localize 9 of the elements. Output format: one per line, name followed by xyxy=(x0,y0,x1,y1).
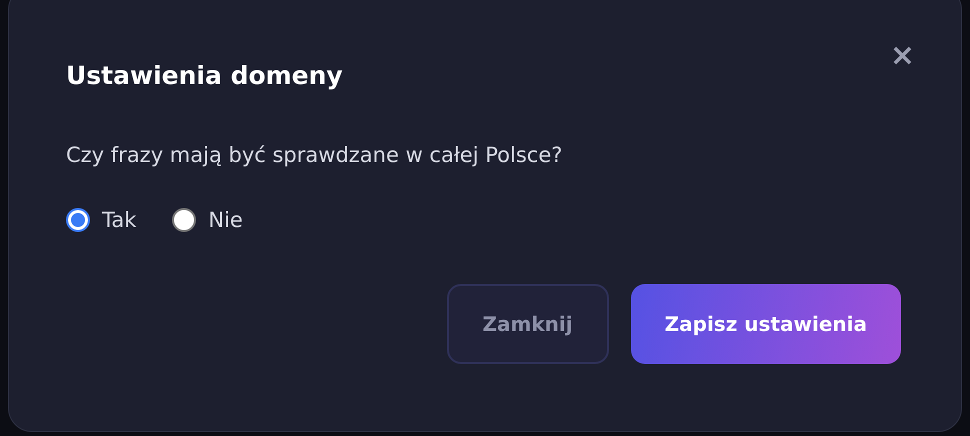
radio-option[interactable]: Nie xyxy=(172,208,243,232)
radio-option[interactable]: Tak xyxy=(66,208,136,232)
radio-label: Tak xyxy=(102,208,136,232)
radio-label: Nie xyxy=(208,208,243,232)
question-text: Czy frazy mają być sprawdzane w całej Polsce? xyxy=(66,143,564,168)
save-button[interactable]: Zapisz ustawienia xyxy=(630,284,901,364)
close-dialog-button[interactable]: Zamknij xyxy=(446,284,609,364)
dialog-title: Ustawienia domeny xyxy=(66,61,344,91)
close-button[interactable]: × xyxy=(890,41,915,71)
